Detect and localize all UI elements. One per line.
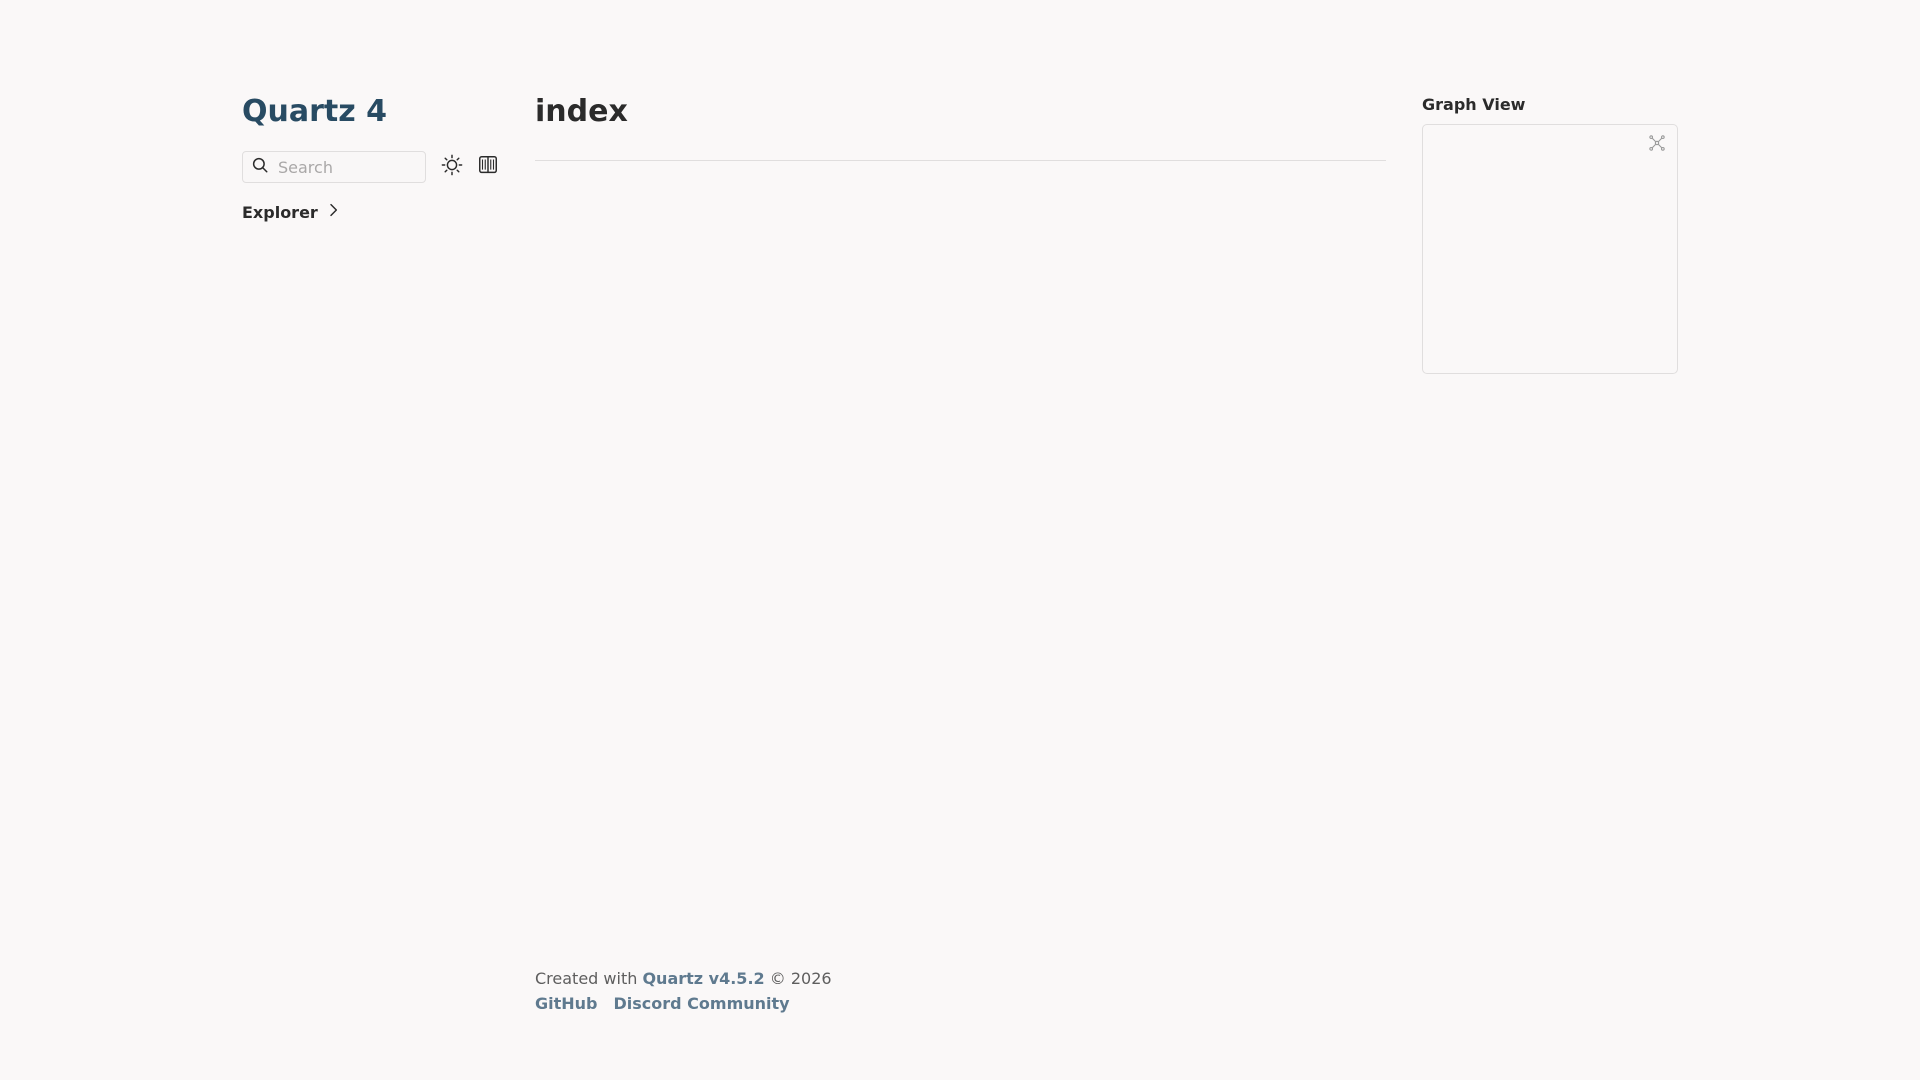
- sun-icon: [441, 154, 463, 180]
- book-open-icon: [477, 154, 499, 180]
- page-title: index: [535, 94, 628, 129]
- footer-credit: Created with Quartz v4.5.2 © 2026: [535, 966, 832, 991]
- explorer-toggle[interactable]: Explorer: [242, 202, 512, 222]
- graph-canvas[interactable]: [1422, 124, 1678, 374]
- search-placeholder: Search: [278, 157, 333, 177]
- footer-copyright: © 2026: [769, 969, 832, 988]
- main-content: index: [535, 90, 1386, 161]
- toolbar: Search: [242, 150, 512, 184]
- github-link[interactable]: GitHub: [535, 991, 598, 1016]
- theme-toggle-button[interactable]: [440, 154, 464, 180]
- quartz-version-link[interactable]: Quartz v4.5.2: [642, 969, 764, 988]
- search-icon: [251, 156, 269, 178]
- graph-view-title: Graph View: [1422, 95, 1526, 114]
- search-button[interactable]: Search: [242, 151, 426, 183]
- page: Quartz 4 Search Explorer index Graph Vie…: [0, 0, 1920, 1080]
- title-divider: [535, 160, 1386, 161]
- footer-created-with: Created with: [535, 969, 638, 988]
- site-title-link[interactable]: Quartz 4: [242, 90, 387, 134]
- footer: Created with Quartz v4.5.2 © 2026 GitHub…: [535, 966, 832, 1016]
- global-graph-icon: [1647, 135, 1667, 157]
- right-sidebar: Graph View: [1422, 94, 1678, 374]
- footer-links: GitHub Discord Community: [535, 991, 832, 1016]
- explorer-label: Explorer: [242, 202, 318, 222]
- reader-mode-button[interactable]: [476, 155, 500, 179]
- discord-community-link[interactable]: Discord Community: [614, 991, 790, 1016]
- chevron-right-icon: [318, 202, 341, 222]
- global-graph-button[interactable]: [1647, 133, 1667, 153]
- left-sidebar: Quartz 4 Search Explorer: [242, 90, 512, 222]
